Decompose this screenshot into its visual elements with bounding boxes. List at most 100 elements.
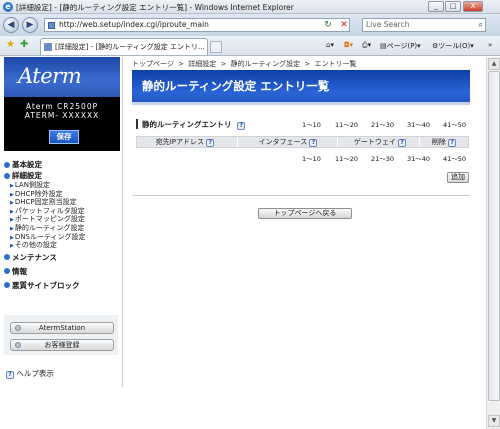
favorites-star-icon[interactable]: ★ (6, 39, 15, 50)
new-tab-button[interactable] (210, 41, 222, 53)
serial-number: ATERM- XXXXXX (24, 111, 100, 120)
minimize-button[interactable]: _ (428, 1, 444, 12)
submenu-dns-routing[interactable]: ▶DNSルーティング設定 (4, 233, 120, 242)
scroll-down-icon[interactable]: ▼ (488, 415, 500, 427)
help-icon[interactable]: ? (398, 139, 407, 147)
page-link-5[interactable]: 41〜50 (443, 119, 466, 129)
menu-basic-settings[interactable]: 基本設定 (4, 159, 120, 170)
back-button[interactable]: ◀ (3, 17, 19, 33)
column-label: ゲートウェイ (353, 138, 396, 146)
add-favorites-icon[interactable]: ✚ (20, 39, 28, 50)
column-separator (337, 137, 338, 147)
menu-label: 基本設定 (12, 160, 42, 169)
ie-logo-icon: e (3, 2, 13, 12)
arrow-icon: ▶ (10, 243, 14, 250)
help-link[interactable]: ? ヘルプ表示 (6, 368, 54, 379)
submenu-lan[interactable]: ▶LAN側設定 (4, 181, 120, 190)
stop-icon[interactable]: ✕ (338, 18, 350, 32)
page-icon (48, 22, 55, 29)
menu-site-block[interactable]: 悪質サイトブロック (4, 280, 120, 291)
search-placeholder: Live Search (366, 20, 410, 29)
page-title: 静的ルーティング設定 エントリ一覧 (142, 79, 330, 93)
close-button[interactable]: X (463, 1, 483, 12)
overflow-icon[interactable]: » (488, 41, 492, 49)
maximize-button[interactable]: □ (445, 1, 461, 12)
page-link-3[interactable]: 21〜30 (371, 119, 394, 129)
home-icon[interactable]: ⌂▾ (326, 41, 334, 49)
submenu-label: DHCP除外設定 (14, 189, 63, 198)
breadcrumb: トップページ > 詳細設定 > 静的ルーティング設定 > エントリ一覧 (132, 59, 359, 69)
page-link-1[interactable]: 1〜10 (302, 119, 321, 129)
button-icon (15, 325, 21, 331)
arrow-icon: ▶ (10, 234, 14, 241)
vertical-scrollbar[interactable]: ▲ ▼ (486, 57, 500, 429)
submenu-port-mapping[interactable]: ▶ポートマッピング設定 (4, 215, 120, 224)
help-icon[interactable]: ? (448, 139, 457, 147)
address-bar[interactable]: http://web.setup/index.cgi/iproute_main (44, 18, 350, 32)
page-header: 静的ルーティング設定 エントリ一覧 (132, 70, 470, 105)
page-link-2[interactable]: 11〜20 (335, 119, 358, 129)
submenu-dhcp-exclude[interactable]: ▶DHCP除外設定 (4, 190, 120, 199)
submenu-label: 静的ルーティング設定 (14, 223, 85, 232)
column-destination: 宛先IPアドレス ? (143, 137, 227, 147)
page-link-3-bottom[interactable]: 21〜30 (371, 153, 394, 163)
breadcrumb-sep: > (178, 60, 184, 68)
scroll-up-icon[interactable]: ▲ (488, 58, 500, 70)
search-input[interactable]: Live Search ⌕ (362, 18, 486, 32)
menu-label: 詳細設定 (12, 171, 42, 180)
page-link-4-bottom[interactable]: 31〜40 (407, 153, 430, 163)
breadcrumb-advanced[interactable]: 詳細設定 (188, 60, 216, 68)
scroll-thumb[interactable] (488, 71, 500, 401)
routing-table-header: 宛先IPアドレス ? インタフェース ? ゲートウェイ ? 削除 ? (136, 136, 469, 148)
tab-current[interactable]: [詳細設定] - [静的ルーティング設定 エントリ... (40, 38, 208, 55)
menu-info[interactable]: 情報 (4, 266, 120, 277)
arrow-icon: ▶ (10, 191, 14, 198)
menu-maintenance[interactable]: メンテナンス (4, 252, 120, 263)
help-icon: ? (6, 371, 14, 379)
save-button[interactable]: 保存 (49, 130, 79, 144)
page-link-1-bottom[interactable]: 1〜10 (302, 153, 321, 163)
page-content: Aterm Aterm CR2500P ATERM- XXXXXX 保存 基本設… (0, 57, 500, 429)
breadcrumb-top[interactable]: トップページ (132, 60, 174, 68)
tools-menu[interactable]: ⚙ツール(O)▾ (432, 41, 474, 51)
arrow-icon: ▶ (10, 217, 14, 224)
aterm-logo: Aterm (4, 57, 120, 97)
forward-button[interactable]: ▶ (22, 17, 38, 33)
page-link-5-bottom[interactable]: 41〜50 (443, 153, 466, 163)
arrow-icon: ▶ (10, 208, 14, 215)
button-icon (15, 342, 21, 348)
search-icon[interactable]: ⌕ (479, 19, 483, 31)
feeds-icon[interactable]: ◘▾ (344, 41, 353, 49)
section-title: 静的ルーティングエントリ ? (142, 119, 246, 130)
add-button[interactable]: 追加 (447, 172, 469, 183)
submenu-static-routing[interactable]: ▶静的ルーティング設定 (4, 224, 120, 233)
model-box: Aterm CR2500P ATERM- XXXXXX 保存 (4, 97, 120, 151)
help-icon[interactable]: ? (206, 139, 215, 147)
print-icon[interactable]: ⎙▾ (362, 41, 371, 50)
content-divider (132, 195, 470, 196)
submenu-other[interactable]: ▶その他の設定 (4, 241, 120, 250)
page-menu[interactable]: ▤ページ(P)▾ (380, 41, 421, 51)
model-name: Aterm CR2500P (25, 102, 99, 111)
menu-advanced-settings[interactable]: 詳細設定 (4, 170, 120, 181)
column-interface: インタフェース ? (243, 137, 333, 147)
column-label: インタフェース (258, 138, 308, 146)
page-link-4[interactable]: 31〜40 (407, 119, 430, 129)
breadcrumb-static-routing[interactable]: 静的ルーティング設定 (231, 60, 301, 68)
page-link-2-bottom[interactable]: 11〜20 (335, 153, 358, 163)
column-separator (419, 137, 420, 147)
arrow-icon: ▶ (10, 225, 14, 232)
breadcrumb-sep: > (304, 60, 311, 68)
refresh-icon[interactable]: ↻ (322, 18, 334, 32)
window-title: [詳細設定] - [静的ルーティング設定 エントリ一覧] - Windows I… (16, 3, 294, 12)
help-icon[interactable]: ? (237, 122, 246, 130)
menu-label: メンテナンス (12, 252, 57, 262)
register-button[interactable]: お客様登録 (10, 339, 114, 351)
submenu-label: DHCP固定割当設定 (14, 198, 77, 207)
column-label: 宛先IPアドレス (155, 138, 205, 146)
help-icon[interactable]: ? (309, 139, 318, 147)
atermstation-label: AtermStation (38, 324, 86, 332)
back-to-top-button[interactable]: トップページへ戻る (258, 208, 352, 219)
atermstation-button[interactable]: AtermStation (10, 322, 114, 334)
submenu-dhcp-fixed[interactable]: ▶DHCP固定割当設定 (4, 198, 120, 207)
